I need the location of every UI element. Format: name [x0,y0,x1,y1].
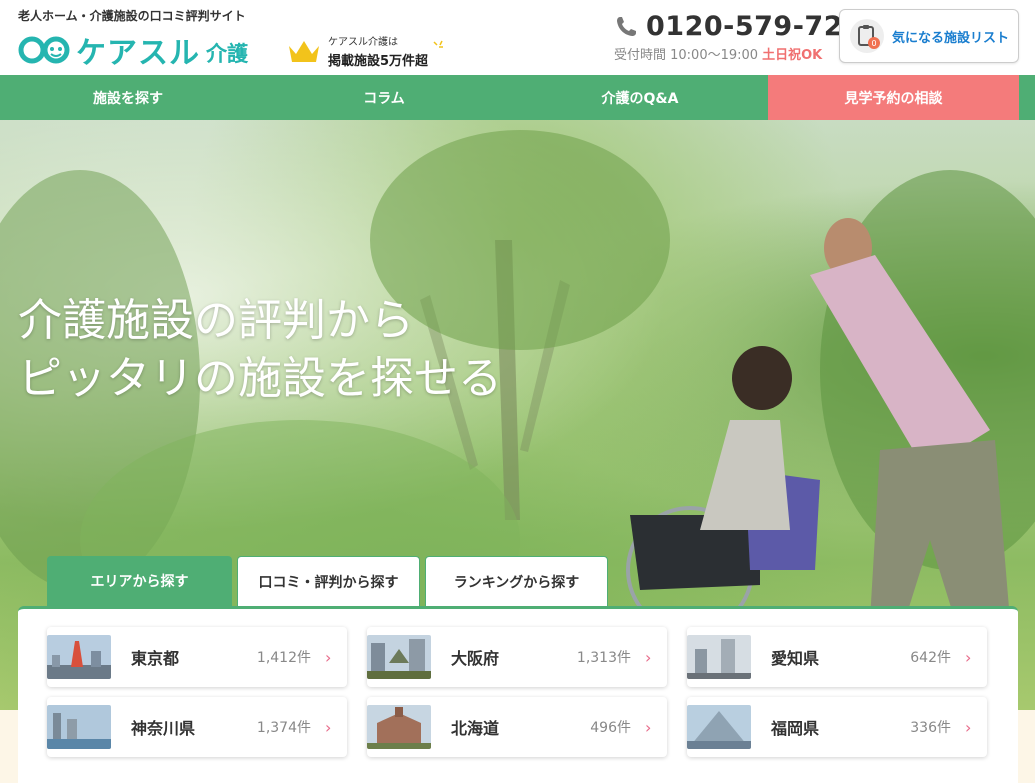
area-card-osaka[interactable]: 大阪府 1,313件 › [367,627,667,687]
nav-item-qa[interactable]: 介護のQ&A [512,75,768,120]
crown-icon [289,41,319,62]
area-name: 神奈川県 [131,719,196,738]
site-logo[interactable]: ケアスル 介護 [18,28,248,72]
nav-item-column[interactable]: コラム [256,75,512,120]
phone-number: 0120-579-721 [646,11,863,42]
chevron-right-icon: › [965,717,972,737]
hero-title-line1: 介護施設の評判から [18,295,414,346]
badge-line1: ケアスル介護は [328,37,398,48]
business-hours: 受付時間 10:00〜19:00 土日祝OK [614,44,822,63]
tab-reviews[interactable]: 口コミ・評判から探す [237,556,420,606]
tab-area[interactable]: エリアから探す [47,556,232,606]
logo-mark-icon [18,36,70,64]
area-panel: 東京都 1,412件 › 大阪府 1,313件 › 愛知県 642件 › 神奈川… [18,606,1018,783]
area-card-hokkaido[interactable]: 北海道 496件 › [367,697,667,757]
nav-item-search[interactable]: 施設を探す [0,75,256,120]
nav-end-strip [1019,75,1035,120]
hero-title: 介護施設の評判から ピッタリの施設を探せる [18,292,502,408]
page: 老人ホーム・介護施設の口コミ評判サイト ケアスル 介護 ケアスル介護は 掲載施設… [0,0,1035,783]
area-name: 北海道 [451,719,500,738]
area-thumbnail [687,635,751,679]
weekend-ok-label: 土日祝OK [762,48,823,63]
area-thumbnail [367,635,431,679]
area-card-kanagawa[interactable]: 神奈川県 1,374件 › [47,697,347,757]
area-count: 1,313件 [576,650,631,666]
logo-subtext: 介護 [206,42,248,66]
area-thumbnail [367,705,431,749]
badge-line2: 掲載施設5万件超 [328,54,429,69]
area-count: 496件 [590,720,631,736]
favorite-list-button[interactable]: 0 気になる施設リスト [839,9,1019,63]
listing-badge: ケアスル介護は 掲載施設5万件超 [328,33,428,69]
hero-title-line2: ピッタリの施設を探せる [18,353,502,404]
chevron-right-icon: › [645,647,652,667]
area-thumbnail [687,705,751,749]
area-card-fukuoka[interactable]: 福岡県 336件 › [687,697,987,757]
area-count: 336件 [910,720,951,736]
area-name: 大阪府 [451,649,500,668]
area-name: 愛知県 [771,649,820,668]
chevron-right-icon: › [645,717,652,737]
search-tabs: エリアから探す 口コミ・評判から探す ランキングから探す [47,556,613,606]
area-name: 東京都 [131,649,180,668]
area-count: 1,374件 [256,720,311,736]
clipboard-icon: 0 [850,19,884,53]
area-card-tokyo[interactable]: 東京都 1,412件 › [47,627,347,687]
tab-ranking[interactable]: ランキングから探す [425,556,608,606]
hours-label: 受付時間 10:00〜19:00 [614,48,759,63]
favorite-count-badge: 0 [871,39,876,48]
nav-item-reserve-visit[interactable]: 見学予約の相談 [768,75,1019,120]
area-name: 福岡県 [771,719,820,738]
site-header: 老人ホーム・介護施設の口コミ評判サイト ケアスル 介護 ケアスル介護は 掲載施設… [0,0,1035,75]
logo-text: ケアスル [76,36,200,71]
area-count: 1,412件 [256,650,311,666]
area-count: 642件 [910,650,951,666]
site-tagline: 老人ホーム・介護施設の口コミ評判サイト [18,9,246,23]
phone-contact[interactable]: 0120-579-721 [614,11,862,42]
chevron-right-icon: › [965,647,972,667]
sparkle-icon [433,40,443,48]
favorite-list-label: 気になる施設リスト [892,30,1010,46]
area-card-aichi[interactable]: 愛知県 642件 › [687,627,987,687]
chevron-right-icon: › [325,647,332,667]
global-nav: 施設を探す コラム 介護のQ&A 見学予約の相談 [0,75,1035,120]
area-thumbnail [47,635,111,679]
chevron-right-icon: › [325,717,332,737]
phone-icon [617,16,636,36]
area-thumbnail [47,705,111,749]
